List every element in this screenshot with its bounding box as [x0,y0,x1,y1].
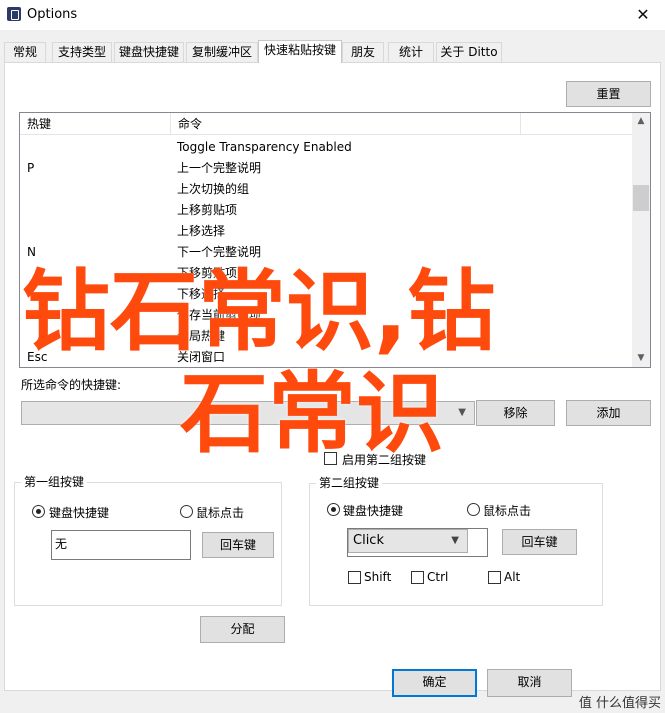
group2-radio-keyboard-label: 键盘快捷键 [343,504,404,518]
hotkey-list[interactable]: 热键 命令 Toggle Transparency Enabled P 上一个完整说… [19,112,651,368]
assign-button[interactable]: 分配 [200,616,285,643]
ctrl-label: Ctrl [427,570,449,584]
add-button[interactable]: 添加 [566,400,651,426]
row-command: 上一个完整说明 [177,161,262,175]
title-bar: Options ✕ [0,0,665,30]
group1-radio-mouse-label: 鼠标点击 [196,506,245,520]
app-icon [7,7,21,21]
row-command: 上移选择 [177,224,226,238]
table-row[interactable]: N 下一个完整说明 [20,242,632,263]
reset-button[interactable]: 重置 [566,81,651,107]
tab-general[interactable]: 常规 [4,42,46,62]
alt-label: Alt [504,570,521,584]
alt-checkbox[interactable] [488,571,501,584]
tab-supported-types[interactable]: 支持类型 [52,42,112,62]
tab-friends[interactable]: 朋友 [342,42,384,62]
tab-about[interactable]: 关于 Ditto [436,42,502,62]
tab-stats[interactable]: 统计 [388,42,434,62]
row-command: 全局热键 [177,329,226,343]
enable-second-checkbox[interactable] [324,452,337,465]
row-command: Toggle Transparency Enabled [177,140,352,154]
table-row[interactable]: 下移选择 [20,284,632,305]
shift-label: Shift [364,570,392,584]
table-row[interactable]: 上移剪贴项 [20,200,632,221]
group2-enter-button[interactable]: 回车键 [502,529,577,555]
scroll-down-icon[interactable]: ▼ [632,350,650,367]
group2-title: 第二组按键 [316,476,383,490]
close-icon[interactable]: ✕ [623,0,663,30]
row-hotkey: N [27,245,36,259]
group1-radio-keyboard[interactable] [32,505,45,518]
table-row[interactable]: 保存当前剪贴项 [20,305,632,326]
scroll-up-icon[interactable]: ▲ [632,113,650,130]
group1-radio-mouse[interactable] [180,505,193,518]
table-row[interactable]: 下移剪贴项 [20,263,632,284]
row-command: 保存当前剪贴项 [177,308,262,322]
chevron-down-icon: ▼ [458,407,466,418]
ok-button[interactable]: 确定 [392,669,477,697]
row-command: 下移选择 [177,287,226,301]
table-row[interactable]: 上移选择 [20,221,632,242]
tab-copy-buffers[interactable]: 复制缓冲区 [186,42,258,62]
tab-keyboard-shortcuts[interactable]: 键盘快捷键 [114,42,184,62]
row-command: 上移剪贴项 [177,203,238,217]
group1-title: 第一组按键 [21,475,88,489]
row-hotkey: P [27,161,35,175]
group1-enter-button[interactable]: 回车键 [202,532,274,558]
list-header: 热键 命令 [20,113,632,135]
header-hotkey[interactable]: 热键 [20,113,171,135]
row-command: 上次切换的组 [177,182,250,196]
scroll-thumb[interactable] [633,185,649,211]
row-command: 下一个完整说明 [177,245,262,259]
list-rows: Toggle Transparency Enabled P 上一个完整说明 上次切换的… [20,137,632,367]
bottom-strip [0,701,665,713]
table-row[interactable]: 上次切换的组 [20,179,632,200]
group2-radio-mouse-label: 鼠标点击 [483,504,532,518]
enable-second-label: 启用第二组按键 [342,453,427,467]
group1-radio-keyboard-label: 键盘快捷键 [49,506,110,520]
chevron-down-icon: ▼ [451,535,459,546]
table-row[interactable]: P 上一个完整说明 [20,158,632,179]
shortcut-combo[interactable]: ▼ [21,401,475,425]
shortcut-label: 所选命令的快捷键: [21,378,122,392]
group2-radio-mouse[interactable] [467,503,480,516]
row-hotkey: Esc [27,350,48,364]
group2-mouse-dropdown[interactable]: Click ▼ [348,529,468,553]
tab-quick-paste-keys[interactable]: 快速粘贴按键 [258,40,342,63]
ctrl-checkbox[interactable] [411,571,424,584]
row-command: 关闭窗口 [177,350,226,364]
shift-checkbox[interactable] [348,571,361,584]
window-title: Options [27,7,78,22]
table-row[interactable]: Toggle Transparency Enabled [20,137,632,158]
cancel-button[interactable]: 取消 [487,669,572,697]
table-row[interactable]: 全局热键 [20,326,632,347]
header-command[interactable]: 命令 [171,113,521,135]
table-row[interactable]: Esc 关闭窗口 [20,347,632,367]
row-command: 下移剪贴项 [177,266,238,280]
group2-radio-keyboard[interactable] [327,503,340,516]
list-scrollbar[interactable]: ▲ ▼ [632,113,650,367]
remove-button[interactable]: 移除 [476,400,555,426]
group2-mouse-dropdown-value: Click [353,533,384,548]
corner-watermark: 值 什么值得买 [578,696,661,711]
group1-hotkey-field[interactable]: 无 [51,530,191,560]
tab-strip: 常规 支持类型 键盘快捷键 复制缓冲区 快速粘贴按键 朋友 统计 关于 Ditt… [4,40,664,63]
